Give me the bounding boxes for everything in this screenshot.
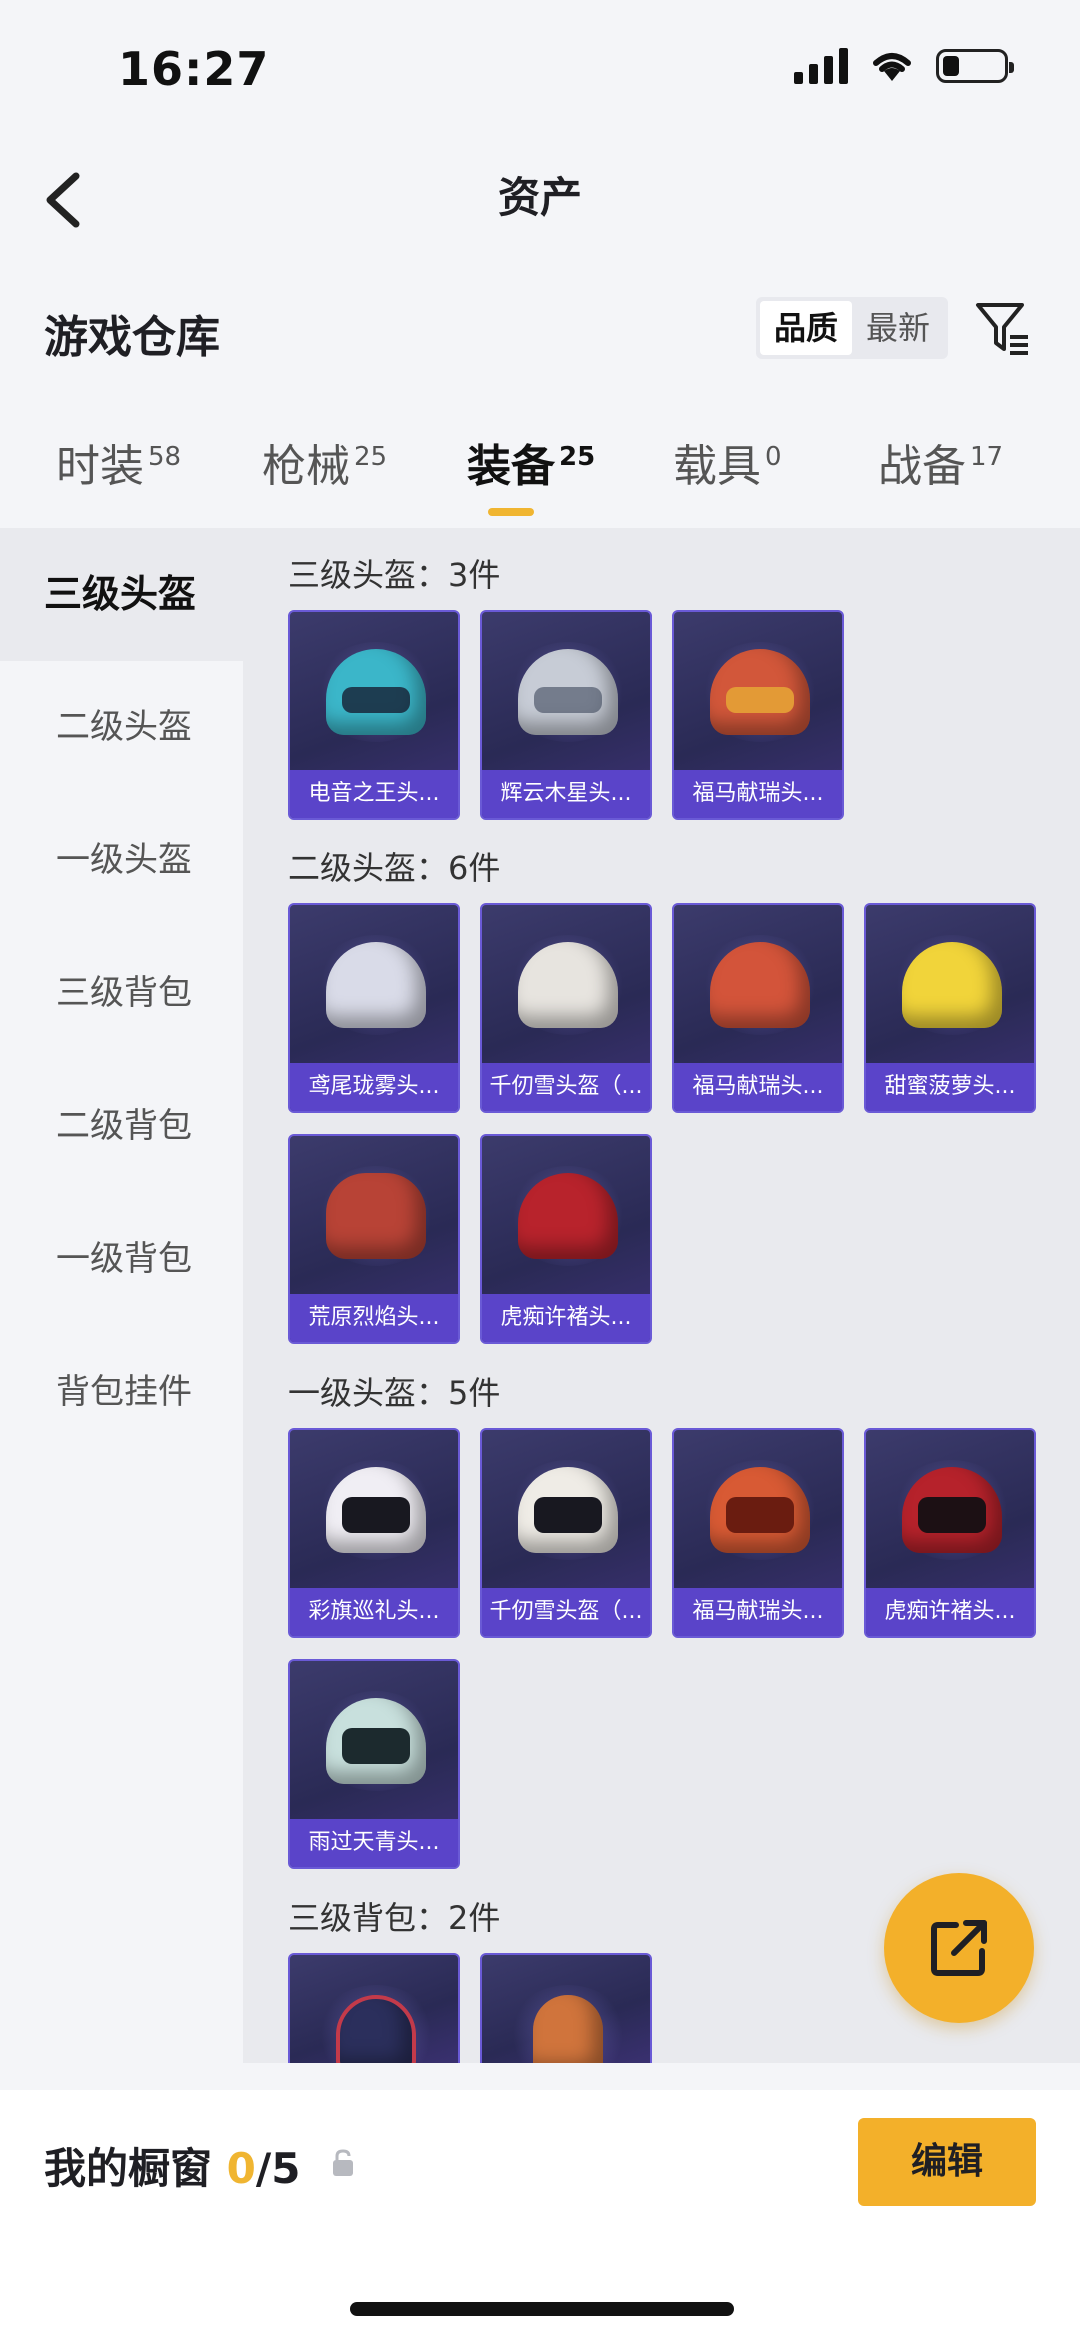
edit-button[interactable]: 编辑 bbox=[858, 2118, 1036, 2206]
section-title: 三级头盔：3件 bbox=[288, 556, 501, 594]
status-time: 16:27 bbox=[118, 42, 270, 96]
item-card[interactable]: 电音之王头... bbox=[288, 610, 460, 820]
section-title: 三级背包：2件 bbox=[288, 1899, 501, 1937]
backpack-icon bbox=[533, 1995, 603, 2063]
sidebar-item-lvl2-helmet[interactable]: 二级头盔 bbox=[0, 661, 243, 794]
helmet-icon bbox=[326, 1173, 426, 1259]
item-card[interactable]: 雨过天青头... bbox=[288, 1659, 460, 1869]
sidebar-item-backpack-pendant[interactable]: 背包挂件 bbox=[0, 1326, 243, 1459]
item-card[interactable]: 虎痴许褚头... bbox=[480, 1134, 652, 1344]
section-title: 一级头盔：5件 bbox=[288, 1374, 501, 1412]
sidebar-item-lvl3-helmet[interactable]: 三级头盔 bbox=[0, 528, 243, 661]
item-card[interactable]: 彩旗巡礼头... bbox=[288, 1428, 460, 1638]
tab-vehicles[interactable]: 载具 0 bbox=[673, 430, 782, 494]
filter-icon[interactable] bbox=[972, 297, 1034, 359]
item-grid: 三级头盔：3件 电音之王头... 辉云木星头... 福马献瑞头... 二级头盔：… bbox=[243, 528, 1080, 2063]
share-fab-button[interactable] bbox=[884, 1873, 1034, 2023]
sort-newest-button[interactable]: 最新 bbox=[852, 301, 944, 355]
active-tab-indicator bbox=[488, 508, 534, 516]
sidebar-item-lvl1-helmet[interactable]: 一级头盔 bbox=[0, 794, 243, 927]
status-icons bbox=[794, 48, 1014, 84]
sidebar-item-lvl3-backpack[interactable]: 三级背包 bbox=[0, 927, 243, 1060]
item-card[interactable]: 千仞雪头盔（... bbox=[480, 1428, 652, 1638]
item-card[interactable]: 鸢尾珑雾头... bbox=[288, 903, 460, 1113]
status-bar: 16:27 bbox=[0, 0, 1080, 140]
tab-equipment[interactable]: 装备 25 bbox=[467, 430, 595, 494]
sidebar-item-lvl1-backpack[interactable]: 一级背包 bbox=[0, 1193, 243, 1326]
content-area: 三级头盔 二级头盔 一级头盔 三级背包 二级背包 一级背包 背包挂件 三级头盔：… bbox=[0, 528, 1080, 2063]
showcase-count: 0 bbox=[226, 2144, 256, 2193]
warehouse-header: 游戏仓库 品质 最新 bbox=[0, 285, 1080, 375]
battery-icon bbox=[936, 49, 1014, 83]
item-card[interactable] bbox=[480, 1953, 652, 2063]
tab-fashion[interactable]: 时装 58 bbox=[56, 430, 181, 494]
nav-bar: 资产 bbox=[0, 140, 1080, 250]
share-icon bbox=[931, 1920, 987, 1976]
category-tabs: 时装 58 枪械 25 装备 25 载具 0 战备 17 bbox=[0, 430, 1080, 530]
sort-toggle: 品质 最新 bbox=[756, 297, 948, 359]
warehouse-title: 游戏仓库 bbox=[44, 312, 220, 363]
item-card[interactable]: 千仞雪头盔（... bbox=[480, 903, 652, 1113]
item-card[interactable]: 虎痴许褚头... bbox=[864, 1428, 1036, 1638]
sidebar-item-lvl2-backpack[interactable]: 二级背包 bbox=[0, 1060, 243, 1193]
item-card[interactable]: 福马献瑞头... bbox=[672, 1428, 844, 1638]
item-card[interactable]: 福马献瑞头... bbox=[672, 610, 844, 820]
section-title: 二级头盔：6件 bbox=[288, 849, 501, 887]
showcase-total: /5 bbox=[255, 2144, 301, 2193]
page-title: 资产 bbox=[497, 173, 582, 222]
item-card[interactable]: 荒原烈焰头... bbox=[288, 1134, 460, 1344]
sort-quality-button[interactable]: 品质 bbox=[760, 301, 852, 355]
item-card[interactable]: 辉云木星头... bbox=[480, 610, 652, 820]
sidebar: 三级头盔 二级头盔 一级头盔 三级背包 二级背包 一级背包 背包挂件 bbox=[0, 528, 243, 2063]
showcase-label: 我的橱窗 0/5 bbox=[44, 2144, 301, 2193]
signal-icon bbox=[794, 48, 848, 84]
item-card[interactable] bbox=[288, 1953, 460, 2063]
home-indicator bbox=[350, 2302, 734, 2316]
item-card[interactable]: 甜蜜菠萝头... bbox=[864, 903, 1036, 1113]
tab-firearms[interactable]: 枪械 25 bbox=[262, 430, 387, 494]
bottom-bar: 我的橱窗 0/5 编辑 bbox=[0, 2090, 1080, 2337]
tab-supplies[interactable]: 战备 17 bbox=[878, 430, 1003, 494]
item-card[interactable]: 福马献瑞头... bbox=[672, 903, 844, 1113]
wifi-icon bbox=[873, 53, 911, 81]
lock-icon bbox=[333, 2149, 353, 2176]
